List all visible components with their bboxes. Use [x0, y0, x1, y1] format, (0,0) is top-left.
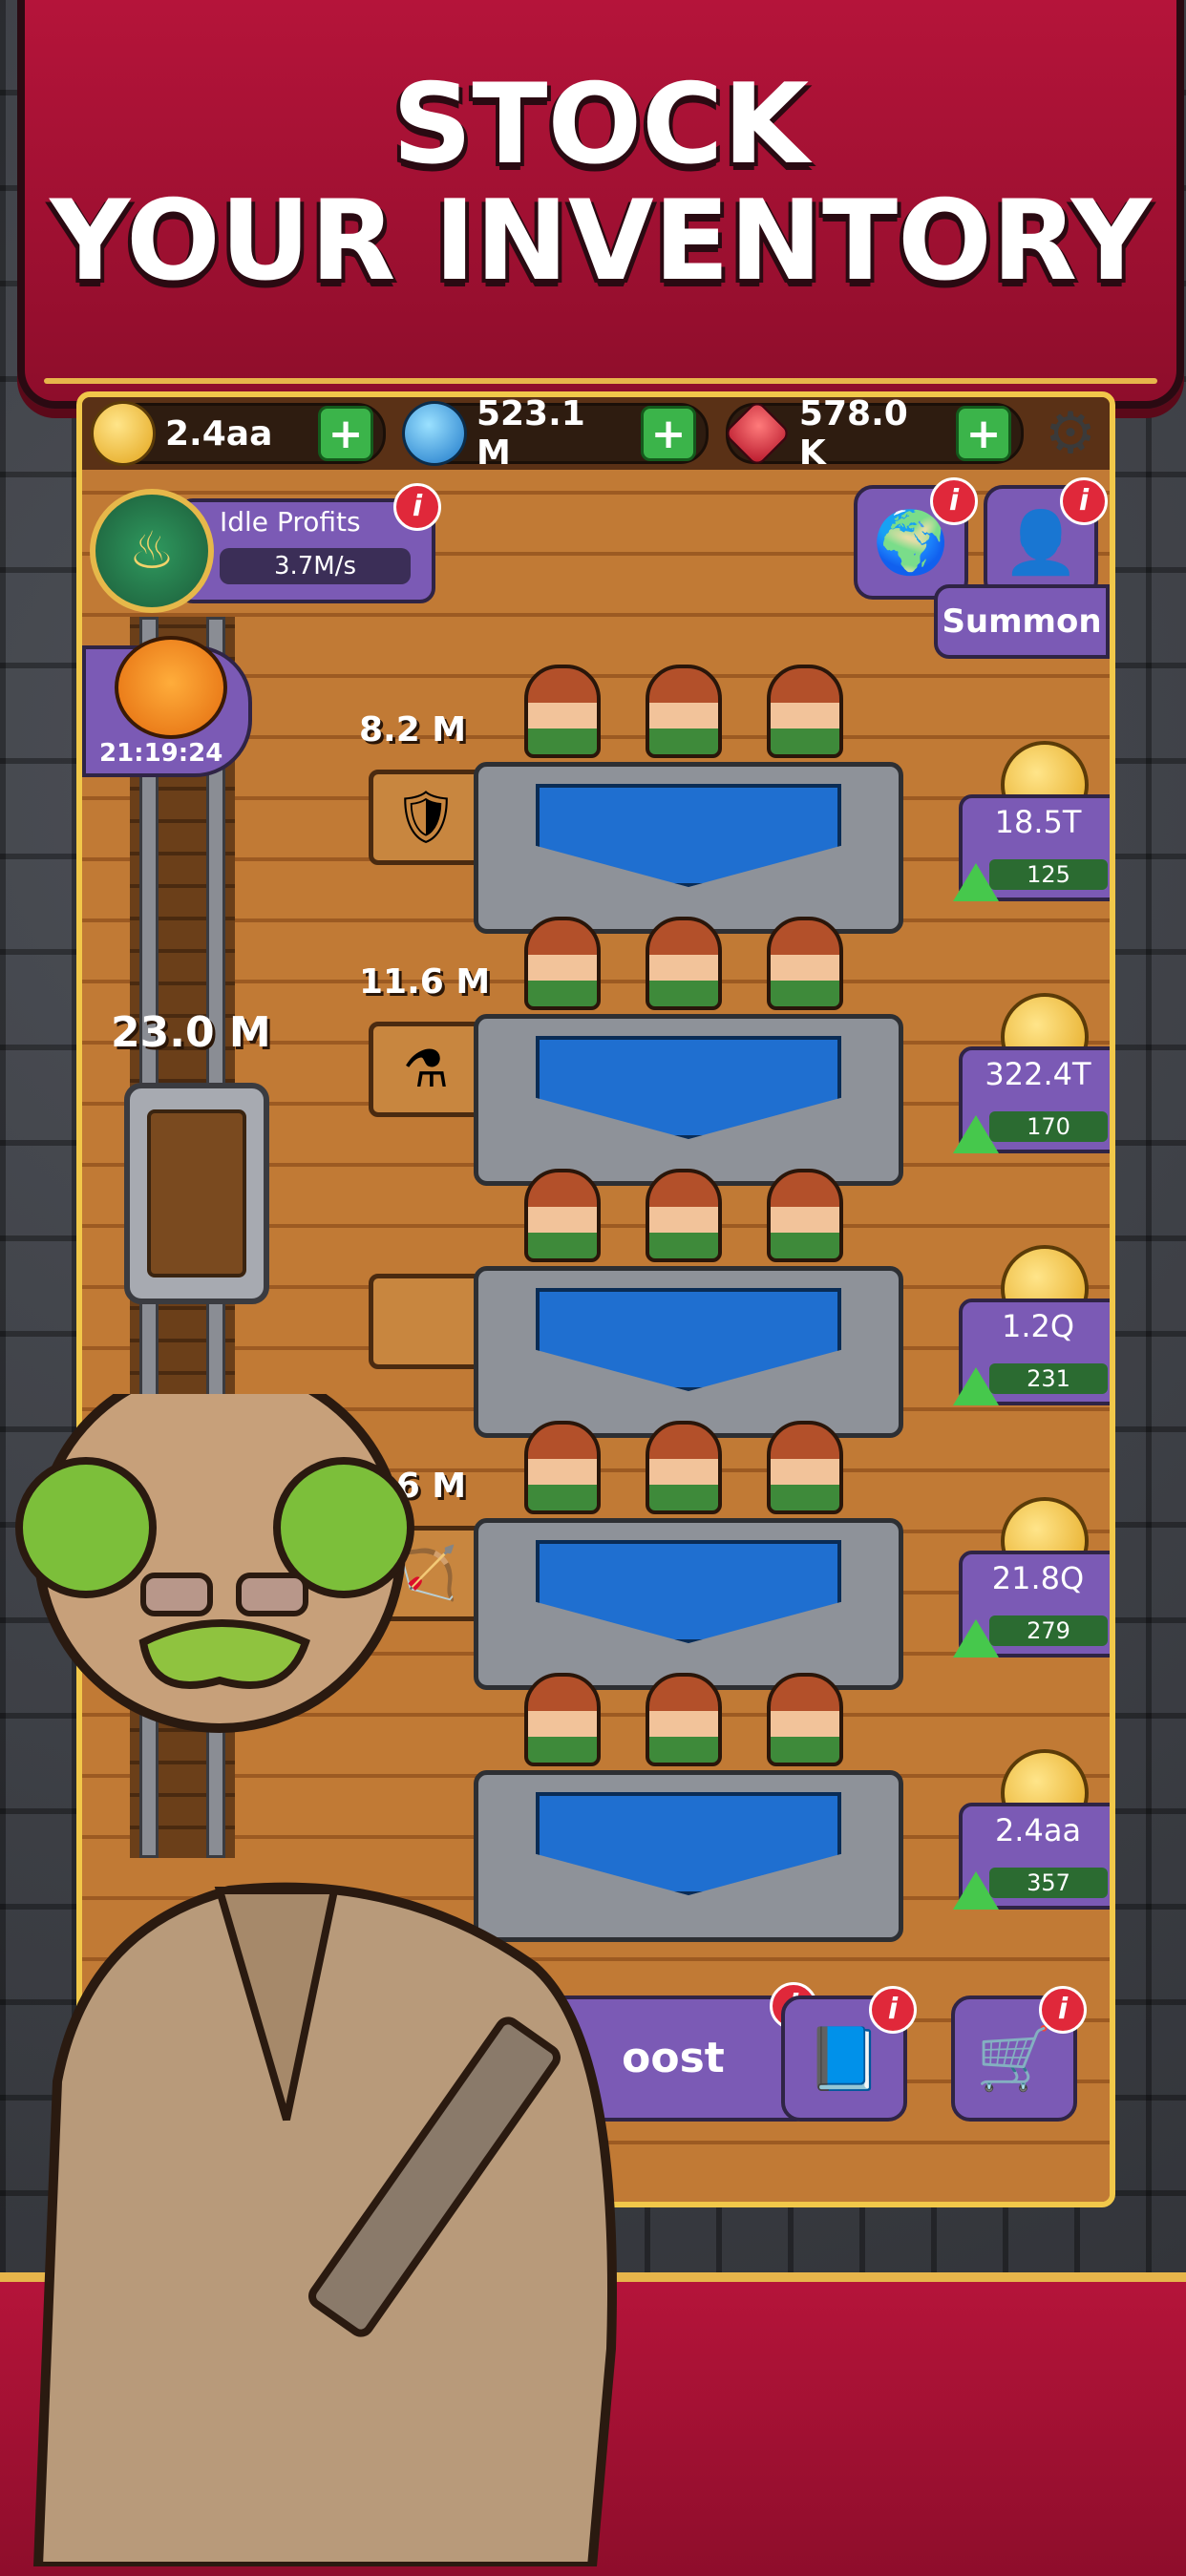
row-level: 231 — [989, 1363, 1108, 1394]
shield-icon: 🛡 — [369, 770, 483, 865]
book-icon: 📘 — [806, 2023, 882, 2095]
elf-worker — [766, 1673, 843, 1766]
idle-profits-icon: ♨ — [90, 489, 214, 613]
row-earnings: 18.5T — [994, 804, 1082, 840]
elf-worker — [524, 665, 602, 758]
elf-worker — [645, 665, 722, 758]
profile-button[interactable]: 👤 i — [984, 477, 1108, 600]
elf-worker — [766, 1169, 843, 1262]
info-badge-icon: i — [393, 483, 441, 531]
elf-worker — [645, 1169, 722, 1262]
row-level: 279 — [989, 1615, 1108, 1646]
summon-button[interactable]: Summon — [934, 584, 1110, 659]
upgrade-arrow-icon — [953, 863, 999, 901]
coin-value: 2.4aa — [165, 413, 273, 454]
work-counter — [474, 1014, 903, 1186]
row-stock-amount: 8.2 M — [359, 710, 467, 750]
water-value: 523.1 M — [476, 394, 585, 473]
settings-gear-icon[interactable]: ⚙ — [1041, 404, 1100, 463]
potion-icon: ⚗ — [369, 1022, 483, 1117]
banner-title: STOCK YOUR INVENTORY — [50, 60, 1152, 306]
work-counter — [474, 762, 903, 934]
upgrade-arrow-icon — [953, 1871, 999, 1910]
add-coins-button[interactable]: + — [318, 406, 373, 461]
row-upgrade-panel[interactable]: 21.8Q 279 — [953, 1497, 1110, 1659]
elf-worker — [766, 1421, 843, 1514]
water-icon — [402, 401, 467, 466]
info-badge-icon: i — [1039, 1986, 1087, 2034]
row-upgrade-panel[interactable]: 18.5T 125 — [953, 741, 1110, 903]
world-map-button[interactable]: 🌍 i — [854, 477, 978, 600]
add-water-button[interactable]: + — [641, 406, 696, 461]
row-level: 125 — [989, 859, 1108, 890]
row-earnings: 322.4T — [985, 1056, 1091, 1092]
idle-profits-panel[interactable]: Idle Profits 3.7M/s ♨ i — [90, 483, 441, 613]
row-upgrade-panel[interactable]: 322.4T 170 — [953, 993, 1110, 1155]
elf-worker — [766, 665, 843, 758]
merchant-cart-button[interactable]: 🛒 i — [951, 1986, 1087, 2122]
info-badge-icon: i — [869, 1986, 917, 2034]
row-upgrade-panel[interactable]: 2.4aa 357 — [953, 1749, 1110, 1911]
production-row[interactable]: 8.2 M 🛡 18.5T 125 — [82, 665, 1110, 941]
coin-counter: 2.4aa + — [91, 401, 386, 466]
merchant-cart-icon: 🛒 — [976, 2023, 1052, 2095]
coin-icon — [91, 401, 156, 466]
info-badge-icon: i — [1060, 477, 1108, 525]
row-level: 357 — [989, 1868, 1108, 1898]
resource-bar: 2.4aa + 523.1 M + 578.0 K + ⚙ — [82, 397, 1110, 473]
gem-icon — [722, 398, 792, 469]
shop-owner-illustration — [15, 1361, 617, 2571]
promo-banner: STOCK YOUR INVENTORY — [17, 0, 1184, 409]
elf-worker — [645, 917, 722, 1010]
gem-counter: 578.0 K + — [722, 397, 1025, 473]
row-earnings: 1.2Q — [1001, 1308, 1075, 1344]
idle-profits-rate: 3.7M/s — [220, 548, 411, 584]
row-stock-amount: 11.6 M — [359, 962, 491, 1002]
info-badge-icon: i — [930, 477, 978, 525]
upgrade-arrow-icon — [953, 1619, 999, 1658]
worker-group — [502, 917, 865, 1010]
row-upgrade-panel[interactable]: 1.2Q 231 — [953, 1245, 1110, 1407]
water-counter: 523.1 M + — [402, 397, 709, 473]
upgrade-arrow-icon — [953, 1367, 999, 1405]
production-row[interactable]: 11.6 M ⚗ 322.4T 170 — [82, 917, 1110, 1193]
elf-worker — [524, 1169, 602, 1262]
elf-worker — [524, 917, 602, 1010]
gem-value: 578.0 K — [798, 394, 908, 473]
row-earnings: 21.8Q — [991, 1560, 1085, 1596]
row-level: 170 — [989, 1111, 1108, 1142]
add-gems-button[interactable]: + — [956, 406, 1012, 461]
worker-group — [502, 1169, 865, 1262]
elf-worker — [766, 917, 843, 1010]
book-button[interactable]: 📘 i — [781, 1986, 917, 2122]
empty-stool — [369, 1274, 483, 1369]
shop-owner-character — [0, 1361, 726, 2571]
upgrade-arrow-icon — [953, 1115, 999, 1153]
worker-group — [502, 665, 865, 758]
row-earnings: 2.4aa — [994, 1812, 1082, 1848]
idle-profits-title: Idle Profits — [220, 506, 361, 538]
